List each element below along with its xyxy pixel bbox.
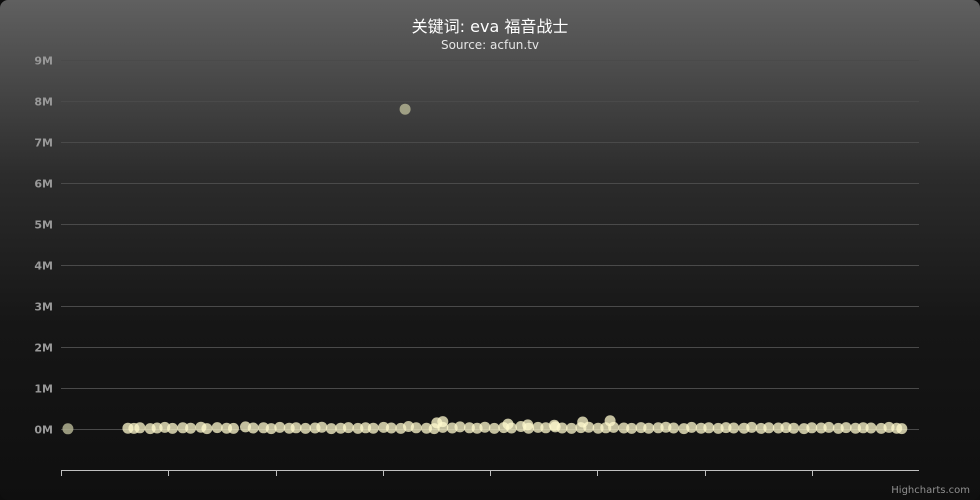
scatter-point[interactable] <box>228 422 239 434</box>
y-tick-label: 9M <box>34 55 53 68</box>
scatter-point[interactable] <box>686 421 698 433</box>
scatter-point[interactable] <box>185 422 197 434</box>
y-tick-label: 2M <box>34 342 53 355</box>
scatter-point[interactable] <box>522 419 534 431</box>
scatter-point[interactable] <box>437 416 449 428</box>
scatter-point[interactable] <box>167 422 178 434</box>
scatter-point[interactable] <box>134 422 146 434</box>
scatter-point[interactable] <box>316 421 328 433</box>
grid-layer <box>61 60 919 430</box>
scatter-point[interactable] <box>566 422 577 434</box>
chart-container: 关键词: eva 福音战士 Source: acfun.tv 0M 1M 2M 3M 4… <box>0 0 980 500</box>
scatter-point[interactable] <box>840 422 852 434</box>
y-tick-label: 7M <box>34 137 53 150</box>
scatter-point[interactable] <box>865 422 877 434</box>
scatter-point[interactable] <box>342 422 354 434</box>
points-layer <box>62 103 908 435</box>
scatter-point[interactable] <box>300 422 311 434</box>
y-tick-label: 3M <box>34 301 53 314</box>
scatter-point[interactable] <box>896 423 908 435</box>
scatter-point[interactable] <box>274 421 286 433</box>
y-tick-label: 8M <box>34 96 53 109</box>
y-tick-label: 1M <box>34 383 53 396</box>
scatter-point[interactable] <box>577 416 589 428</box>
scatter-point[interactable] <box>788 422 800 434</box>
y-tick-label: 5M <box>34 219 53 232</box>
scatter-point[interactable] <box>410 422 422 434</box>
scatter-point[interactable] <box>367 422 379 434</box>
scatter-point[interactable] <box>385 422 397 434</box>
scatter-point[interactable] <box>479 421 491 433</box>
scatter-point[interactable] <box>728 422 740 434</box>
scatter-point[interactable] <box>643 422 655 434</box>
scatter-point[interactable] <box>488 422 500 434</box>
scatter-point[interactable] <box>290 422 302 434</box>
scatter-point[interactable] <box>763 422 775 434</box>
scatter-plot: 0M 1M 2M 3M 4M 5M 6M 7M 8M 9M <box>34 55 919 476</box>
scatter-point[interactable] <box>806 422 818 434</box>
y-tick-label: 6M <box>34 178 53 191</box>
scatter-point[interactable] <box>746 421 758 433</box>
scatter-point[interactable] <box>668 422 680 434</box>
y-tick-label: 0M <box>34 424 53 437</box>
y-tick-label: 4M <box>34 260 53 273</box>
scatter-point[interactable] <box>604 415 616 427</box>
scatter-point[interactable] <box>626 422 638 434</box>
scatter-point[interactable] <box>62 423 74 435</box>
scatter-point[interactable] <box>823 421 835 433</box>
scatter-point[interactable] <box>211 422 223 434</box>
scatter-point[interactable] <box>548 419 560 431</box>
scatter-point[interactable] <box>247 422 259 434</box>
scatter-point[interactable] <box>502 418 514 430</box>
scatter-point[interactable] <box>325 423 337 435</box>
scatter-point[interactable] <box>703 422 715 434</box>
scatter-point[interactable] <box>454 421 466 433</box>
scatter-point[interactable] <box>201 423 213 435</box>
credits-link[interactable]: Highcharts.com <box>891 485 970 496</box>
scatter-point[interactable] <box>399 103 411 115</box>
